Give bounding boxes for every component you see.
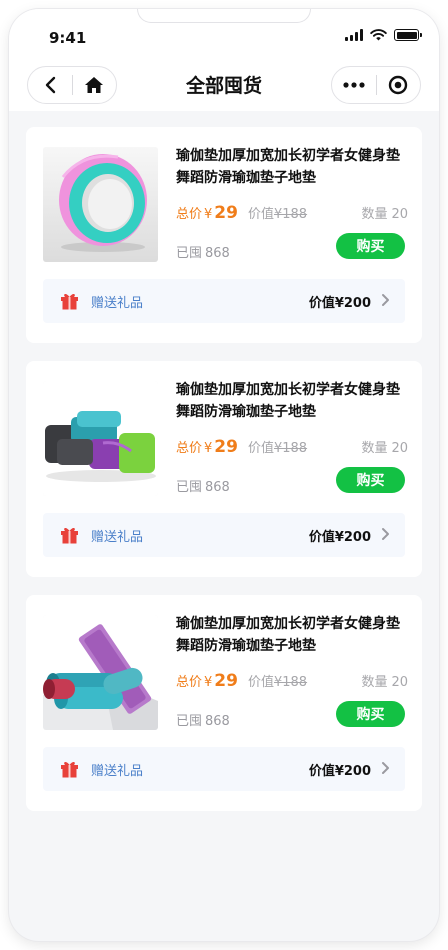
buy-button[interactable]: 购买: [336, 467, 405, 493]
status-icons: [345, 29, 422, 41]
stocked-count: 已囤 868: [176, 710, 230, 729]
more-button[interactable]: [332, 67, 376, 103]
currency-symbol: ¥: [204, 207, 213, 222]
gift-icon: [61, 293, 78, 310]
product-title[interactable]: 瑜伽垫加厚加宽加长初学者女健身垫舞蹈防滑瑜珈垫子地垫: [176, 379, 408, 423]
original-price: ¥188: [273, 441, 308, 456]
price-row: 总价 ¥ 29 价值 ¥188 数量 20: [176, 671, 408, 693]
product-card[interactable]: 瑜伽垫加厚加宽加长初学者女健身垫舞蹈防滑瑜珈垫子地垫 总价 ¥ 29 价值 ¥1…: [26, 595, 422, 811]
price-label: 总价: [176, 207, 203, 222]
stocked-label: 已囤: [176, 714, 203, 729]
quantity-value: 20: [391, 675, 408, 690]
product-list: 瑜伽垫加厚加宽加长初学者女健身垫舞蹈防滑瑜珈垫子地垫 总价 ¥ 29 价值 ¥1…: [26, 127, 422, 829]
price-label: 总价: [176, 441, 203, 456]
stocked-label: 已囤: [176, 480, 203, 495]
price-row: 总价 ¥ 29 价值 ¥188 数量 20: [176, 437, 408, 459]
more-dots-icon: [343, 82, 365, 88]
gift-row[interactable]: 赠送礼品 价值¥200: [43, 747, 405, 791]
product-image-rolled-mats[interactable]: [43, 615, 158, 730]
stocked-value: 868: [205, 246, 230, 261]
stocked-count: 已囤 868: [176, 242, 230, 261]
chevron-right-icon: [382, 294, 389, 306]
price-row: 总价 ¥ 29 价值 ¥188 数量 20: [176, 203, 408, 225]
phone-frame: 9:41 全部囤货 瑜伽垫加厚加宽加长初学者女健身垫舞蹈防滑瑜珈垫子地垫 总价 …: [9, 9, 439, 941]
notch: [137, 9, 311, 23]
chevron-right-icon: [382, 762, 389, 774]
battery-icon: [394, 29, 422, 41]
gift-icon: [61, 527, 78, 544]
price-label: 总价: [176, 675, 203, 690]
stocked-count: 已囤 868: [176, 476, 230, 495]
stocked-value: 868: [205, 714, 230, 729]
original-price: ¥188: [273, 207, 308, 222]
nav-capsule-right: [331, 66, 421, 104]
gift-label: 赠送礼品: [91, 296, 144, 311]
product-image-folded-mats[interactable]: [43, 381, 158, 496]
buy-button[interactable]: 购买: [336, 701, 405, 727]
quantity-label: 数量: [361, 207, 388, 222]
original-price-label: 价值: [247, 207, 274, 222]
chevron-right-icon: [382, 528, 389, 540]
price-value: 29: [214, 437, 238, 457]
product-title[interactable]: 瑜伽垫加厚加宽加长初学者女健身垫舞蹈防滑瑜珈垫子地垫: [176, 613, 408, 657]
stocked-label: 已囤: [176, 246, 203, 261]
quantity-value: 20: [391, 207, 408, 222]
price-value: 29: [214, 203, 238, 223]
original-price: ¥188: [273, 675, 308, 690]
gift-row[interactable]: 赠送礼品 价值¥200: [43, 513, 405, 557]
top-bar: 9:41 全部囤货: [9, 9, 439, 111]
price-value: 29: [214, 671, 238, 691]
gift-icon: [61, 761, 78, 778]
signal-icon: [345, 29, 363, 41]
original-price-label: 价值: [247, 675, 274, 690]
currency-symbol: ¥: [204, 675, 213, 690]
currency-symbol: ¥: [204, 441, 213, 456]
quantity: 数量 20: [357, 203, 408, 222]
quantity: 数量 20: [357, 437, 408, 456]
quantity-value: 20: [391, 441, 408, 456]
quantity: 数量 20: [357, 671, 408, 690]
target-circle-icon: [389, 75, 408, 95]
buy-button[interactable]: 购买: [336, 233, 405, 259]
gift-label: 赠送礼品: [91, 764, 144, 779]
stocked-value: 868: [205, 480, 230, 495]
original-price-label: 价值: [247, 441, 274, 456]
close-miniprogram-button[interactable]: [376, 67, 420, 103]
gift-value: 价值¥200: [308, 764, 371, 779]
gift-label: 赠送礼品: [91, 530, 144, 545]
quantity-label: 数量: [361, 441, 388, 456]
product-title[interactable]: 瑜伽垫加厚加宽加长初学者女健身垫舞蹈防滑瑜珈垫子地垫: [176, 145, 408, 189]
product-card[interactable]: 瑜伽垫加厚加宽加长初学者女健身垫舞蹈防滑瑜珈垫子地垫 总价 ¥ 29 价值 ¥1…: [26, 361, 422, 577]
wifi-icon: [370, 29, 387, 41]
gift-value: 价值¥200: [308, 530, 371, 545]
product-image-yoga-wheel[interactable]: [43, 147, 158, 262]
gift-value: 价值¥200: [308, 296, 371, 311]
gift-row[interactable]: 赠送礼品 价值¥200: [43, 279, 405, 323]
status-time: 9:41: [49, 29, 87, 47]
quantity-label: 数量: [361, 675, 388, 690]
product-card[interactable]: 瑜伽垫加厚加宽加长初学者女健身垫舞蹈防滑瑜珈垫子地垫 总价 ¥ 29 价值 ¥1…: [26, 127, 422, 343]
